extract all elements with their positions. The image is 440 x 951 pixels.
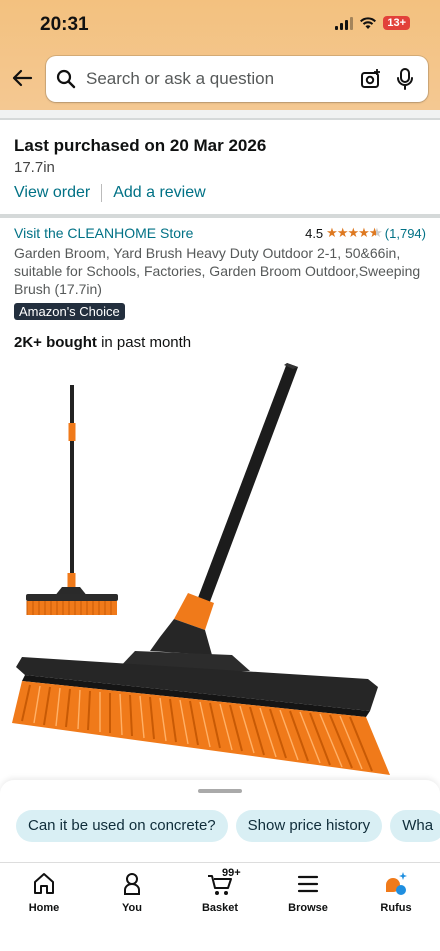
search-input[interactable]: Search or ask a question xyxy=(86,69,360,89)
view-order-link[interactable]: View order xyxy=(14,184,90,202)
bought-period: in past month xyxy=(96,334,192,351)
microphone-icon[interactable] xyxy=(396,68,414,90)
bought-in-past-month: 2K+ bought in past month xyxy=(14,334,191,351)
bought-count: 2K+ bought xyxy=(14,334,97,351)
suggestion-sheet: Can it be used on concrete? Show price h… xyxy=(0,780,440,862)
store-link[interactable]: Visit the CLEANHOME Store xyxy=(14,225,193,241)
broom-thumbnail xyxy=(26,385,118,615)
nav-rufus-label: Rufus xyxy=(380,902,412,914)
nav-browse[interactable]: Browse xyxy=(278,871,338,914)
camera-search-icon[interactable] xyxy=(360,68,382,90)
star-rating-icon: ★★★★★★ xyxy=(326,225,382,240)
nav-you[interactable]: You xyxy=(102,871,162,914)
purchased-size: 17.7in xyxy=(14,159,55,176)
last-purchased-title: Last purchased on 20 Mar 2026 xyxy=(14,136,267,155)
rufus-icon xyxy=(386,872,407,895)
product-title: Garden Broom, Yard Brush Heavy Duty Outd… xyxy=(14,245,421,297)
header: 20:31 13+ Search or ask a question xyxy=(0,0,440,110)
nav-browse-label: Browse xyxy=(288,902,328,914)
divider xyxy=(0,118,440,120)
wifi-icon xyxy=(360,17,377,29)
nav-home-label: Home xyxy=(28,902,60,914)
menu-icon xyxy=(297,875,319,893)
bottom-nav: Home You 99+ Basket Browse Rufus xyxy=(0,862,440,951)
sheet-drag-handle[interactable] xyxy=(198,789,242,793)
back-arrow-icon[interactable] xyxy=(10,66,34,90)
signal-icon xyxy=(335,16,354,30)
rating-count[interactable]: (1,794) xyxy=(385,226,426,241)
suggestion-chips: Can it be used on concrete? Show price h… xyxy=(16,810,440,842)
status-time: 20:31 xyxy=(40,14,89,35)
suggestion-chip[interactable]: Can it be used on concrete? xyxy=(16,810,228,842)
home-icon xyxy=(34,873,54,894)
person-icon xyxy=(124,873,140,895)
search-bar[interactable]: Search or ask a question xyxy=(46,56,428,102)
order-links: View order Add a review xyxy=(14,184,206,202)
nav-rufus[interactable]: Rufus xyxy=(366,871,426,914)
divider xyxy=(0,110,440,118)
divider xyxy=(0,214,440,218)
basket-count: 99+ xyxy=(222,867,241,879)
rating-value: 4.5 xyxy=(305,225,324,241)
nav-basket-label: Basket xyxy=(201,902,239,914)
product-image[interactable] xyxy=(0,355,440,785)
search-icon xyxy=(56,69,76,89)
nav-basket[interactable]: 99+ Basket xyxy=(190,867,250,914)
rating[interactable]: 4.5 ★★★★★★ (1,794) xyxy=(305,225,426,241)
suggestion-chip[interactable]: Show price history xyxy=(235,810,383,842)
link-separator xyxy=(101,184,103,202)
add-review-link[interactable]: Add a review xyxy=(113,184,206,202)
suggestion-chip[interactable]: Wha xyxy=(390,810,440,842)
status-icons: 13+ xyxy=(335,16,410,30)
nav-you-label: You xyxy=(122,902,142,914)
amazons-choice-badge: Amazon's Choice xyxy=(14,303,125,320)
battery-icon: 13+ xyxy=(383,16,410,30)
nav-home[interactable]: Home xyxy=(14,871,74,914)
